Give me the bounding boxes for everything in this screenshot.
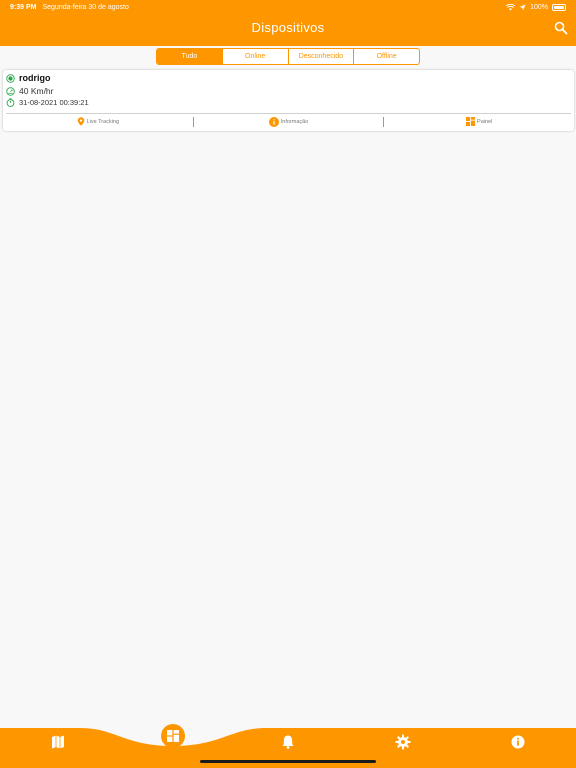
search-icon[interactable] <box>554 21 568 35</box>
informacao-button[interactable]: Informação <box>194 116 384 127</box>
tab-tudo[interactable]: Tudo <box>157 49 223 64</box>
device-actions: Live Tracking Informação Painel <box>3 114 574 129</box>
location-arrow-icon <box>519 4 526 10</box>
info-icon <box>268 116 279 127</box>
tab-online[interactable]: Online <box>223 49 289 64</box>
tab-desconhecido[interactable]: Desconhecido <box>289 49 355 64</box>
status-time: 9:39 PM <box>10 3 37 11</box>
home-indicator <box>200 760 376 763</box>
dashboard-tab[interactable] <box>161 724 185 748</box>
device-date-row: 31-08-2021 00:39:21 <box>6 98 89 107</box>
gear-icon[interactable] <box>395 734 411 750</box>
device-speed-row: 40 Km/hr <box>6 86 54 96</box>
dashboard-icon <box>466 117 476 126</box>
status-date: Segunda-feira 30 de agosto <box>42 3 129 11</box>
battery-icon <box>552 3 566 11</box>
page-title: Dispositivos <box>251 20 325 35</box>
info-icon[interactable] <box>510 734 526 750</box>
bell-icon[interactable] <box>280 734 296 750</box>
device-card[interactable]: rodrigo 40 Km/hr 31-08-2021 00:39:21 Liv… <box>3 70 574 131</box>
location-pin-icon <box>77 117 84 126</box>
device-speed: 40 Km/hr <box>19 86 54 96</box>
painel-button[interactable]: Painel <box>384 117 574 126</box>
device-name: rodrigo <box>19 73 51 83</box>
device-timestamp: 31-08-2021 00:39:21 <box>19 98 89 107</box>
device-name-row: rodrigo <box>6 73 51 83</box>
status-filter-tabs: Tudo Online Desconhecido Offline <box>156 48 420 65</box>
speedometer-icon <box>6 86 15 96</box>
map-icon[interactable] <box>50 734 66 750</box>
informacao-label: Informação <box>280 118 309 125</box>
wifi-icon <box>506 3 516 10</box>
status-bar: 9:39 PM Segunda-feira 30 de agosto 100% <box>0 0 576 14</box>
live-tracking-button[interactable]: Live Tracking <box>3 117 193 126</box>
dashboard-icon <box>167 730 179 742</box>
live-tracking-label: Live Tracking <box>86 118 120 125</box>
painel-label: Painel <box>477 118 493 125</box>
tab-offline[interactable]: Offline <box>354 49 419 64</box>
status-online-icon <box>6 73 15 83</box>
battery-percent: 100% <box>530 3 548 11</box>
stopwatch-icon <box>6 98 15 107</box>
